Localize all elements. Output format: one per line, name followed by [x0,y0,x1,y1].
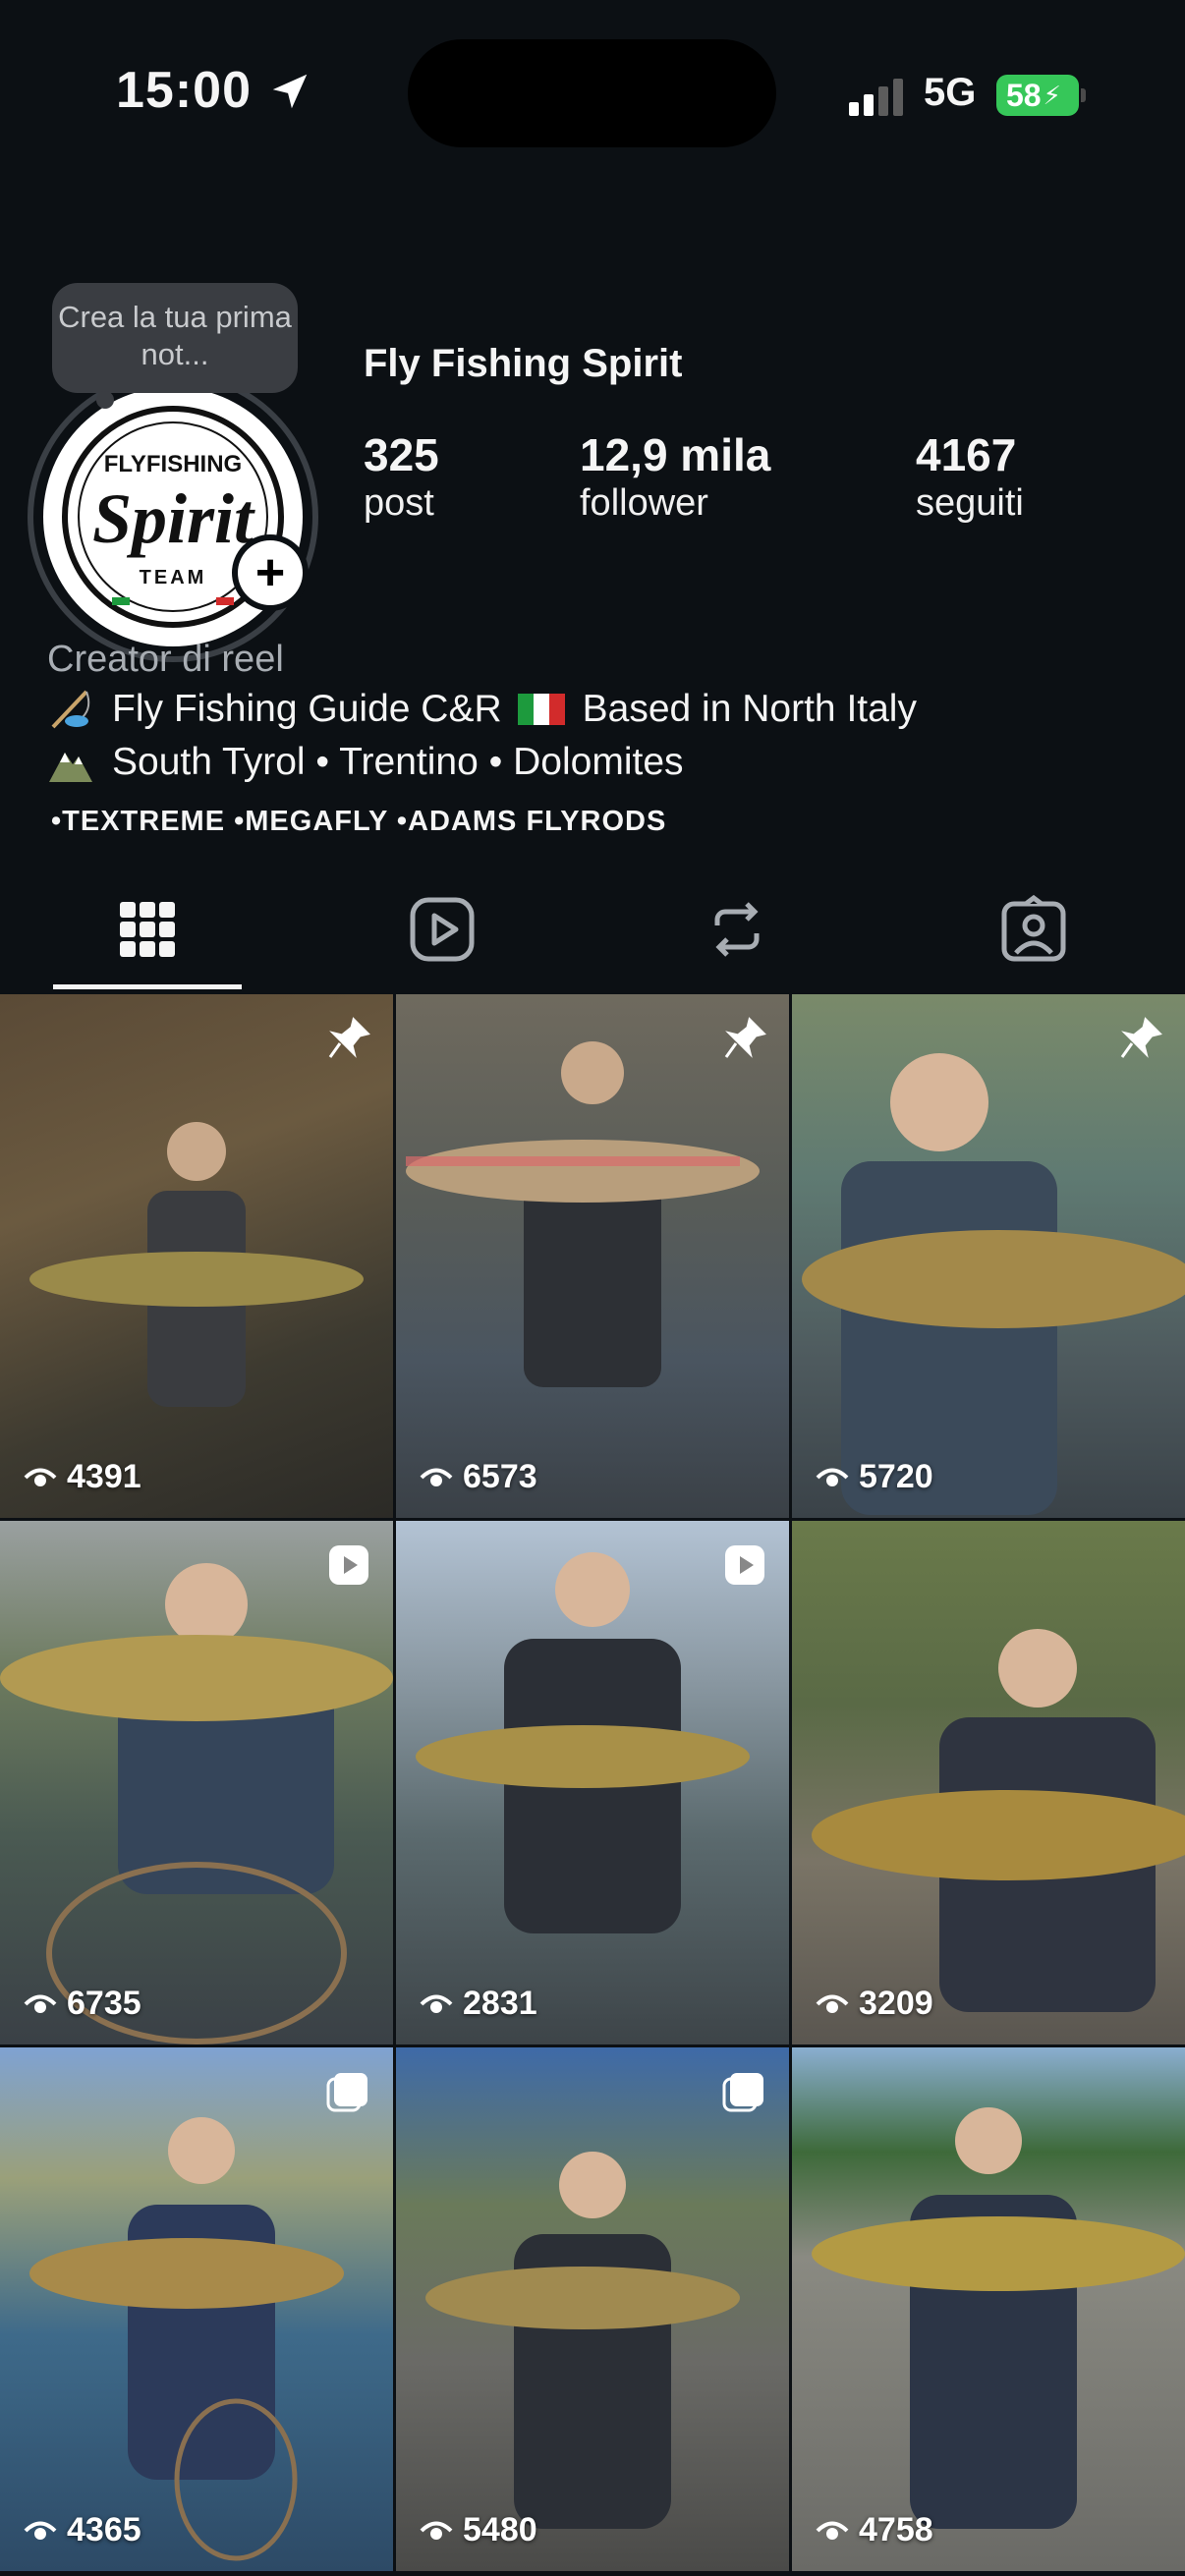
post-views: 6573 [420,1458,537,1496]
post-tile[interactable]: 6573 [396,994,789,1518]
post-views-count: 5720 [859,1458,933,1495]
views-eye-icon [816,1994,849,2013]
views-eye-icon [24,1994,57,2013]
post-views-count: 4365 [67,2511,141,2548]
post-tile[interactable]: 4391 [0,994,393,1518]
post-views-count: 3209 [859,1985,933,2022]
stat-posts[interactable]: 325 post [364,428,439,525]
plus-icon: + [238,540,303,605]
cellular-signal-icon [849,79,903,116]
stat-following-label: seguiti [916,482,1024,524]
views-eye-icon [420,1468,453,1486]
post-views: 4391 [24,1458,141,1496]
fishing-pole-icon [51,690,90,729]
post-views: 4758 [816,2511,933,2549]
post-tile[interactable]: 4365 [0,2047,393,2571]
stat-followers-value: 12,9 mila [580,429,771,480]
profile-category: Creator di reel [47,639,284,680]
reel-icon [329,1545,368,1585]
stat-followers[interactable]: 12,9 mila follower [580,428,770,525]
post-image [792,994,1185,1518]
charging-bolt-icon: ⚡ [1043,80,1061,110]
views-eye-icon [24,1468,57,1486]
posts-grid: 4391 6573 5720 6735 2831 3209 4365 5480 … [0,994,1185,2576]
battery-indicator: 58 ⚡ [996,75,1079,116]
post-views: 4365 [24,2511,141,2549]
post-views: 5720 [816,1458,933,1496]
post-tile[interactable]: 2831 [396,1521,789,2044]
post-views: 5480 [420,2511,537,2549]
stat-following-value: 4167 [916,429,1017,480]
status-time: 15:00 [116,62,252,119]
views-eye-icon [816,2521,849,2540]
snow-mountain-icon [49,753,92,782]
network-type: 5G [924,71,977,114]
pin-icon [328,1017,370,1058]
views-eye-icon [24,2521,57,2540]
post-image [0,2047,393,2571]
post-tile[interactable]: 5480 [396,2047,789,2571]
tab-active-indicator [53,984,242,989]
add-story-button[interactable]: + [232,534,309,611]
post-image [396,2047,789,2571]
bio-line-2-text: South Tyrol • Trentino • Dolomites [112,741,684,783]
bio-line-3: •TEXTREME •MEGAFLY •ADAMS FLYRODS [51,806,667,837]
profile-tabs [0,865,1185,992]
status-bar: 15:00 5G 58 ⚡ [0,0,1185,187]
bio-line-1: Fly Fishing Guide C&R Based in North Ita… [47,688,917,731]
note-bubble-text: Crea la tua prima not... [58,300,292,371]
note-bubble[interactable]: Crea la tua prima not... [52,283,298,393]
post-views: 3209 [816,1985,933,2023]
location-arrow-icon [272,74,308,109]
tagged-icon[interactable] [998,894,1069,965]
profile-name: Fly Fishing Spirit [364,342,683,385]
stat-posts-label: post [364,482,434,524]
dynamic-island [408,39,776,147]
post-image [396,1521,789,2044]
post-views: 6735 [24,1985,141,2023]
reel-icon [725,1545,764,1585]
pin-icon [724,1017,766,1058]
post-tile[interactable]: 3209 [792,1521,1185,2044]
post-image [0,994,393,1518]
pin-icon [1120,1017,1162,1058]
bio-line-2: South Tyrol • Trentino • Dolomites [47,741,684,784]
post-views-count: 4391 [67,1458,141,1495]
bio-line-1a: Fly Fishing Guide C&R [112,688,502,730]
note-bubble-tail [96,391,114,409]
post-image [396,994,789,1518]
bio-line-1b: Based in North Italy [582,688,917,730]
carousel-icon [326,2073,367,2112]
post-views-count: 5480 [463,2511,537,2548]
views-eye-icon [420,1994,453,2013]
post-views-count: 2831 [463,1985,537,2022]
post-tile[interactable]: 6735 [0,1521,393,2044]
reels-icon[interactable] [407,894,478,965]
avatar-text-main: Spirit [92,479,255,558]
italy-flag-icon [517,694,565,725]
post-tile[interactable]: 4758 [792,2047,1185,2571]
battery-level: 58 [1006,77,1042,113]
avatar-text-bottom: TEAM [140,567,207,588]
reposts-icon[interactable] [702,894,772,965]
grid-icon[interactable] [112,894,183,965]
post-image [792,1521,1185,2044]
views-eye-icon [816,1468,849,1486]
post-image [792,2047,1185,2571]
stat-posts-value: 325 [364,429,439,480]
stat-following[interactable]: 4167 seguiti [916,428,1024,525]
post-views-count: 6735 [67,1985,141,2022]
battery-cap [1081,88,1086,102]
post-views: 2831 [420,1985,537,2023]
views-eye-icon [420,2521,453,2540]
avatar-text-top: FLYFISHING [104,451,242,477]
post-image [0,1521,393,2044]
post-views-count: 4758 [859,2511,933,2548]
post-views-count: 6573 [463,1458,537,1495]
carousel-icon [722,2073,763,2112]
stat-followers-label: follower [580,482,708,524]
post-tile[interactable]: 5720 [792,994,1185,1518]
